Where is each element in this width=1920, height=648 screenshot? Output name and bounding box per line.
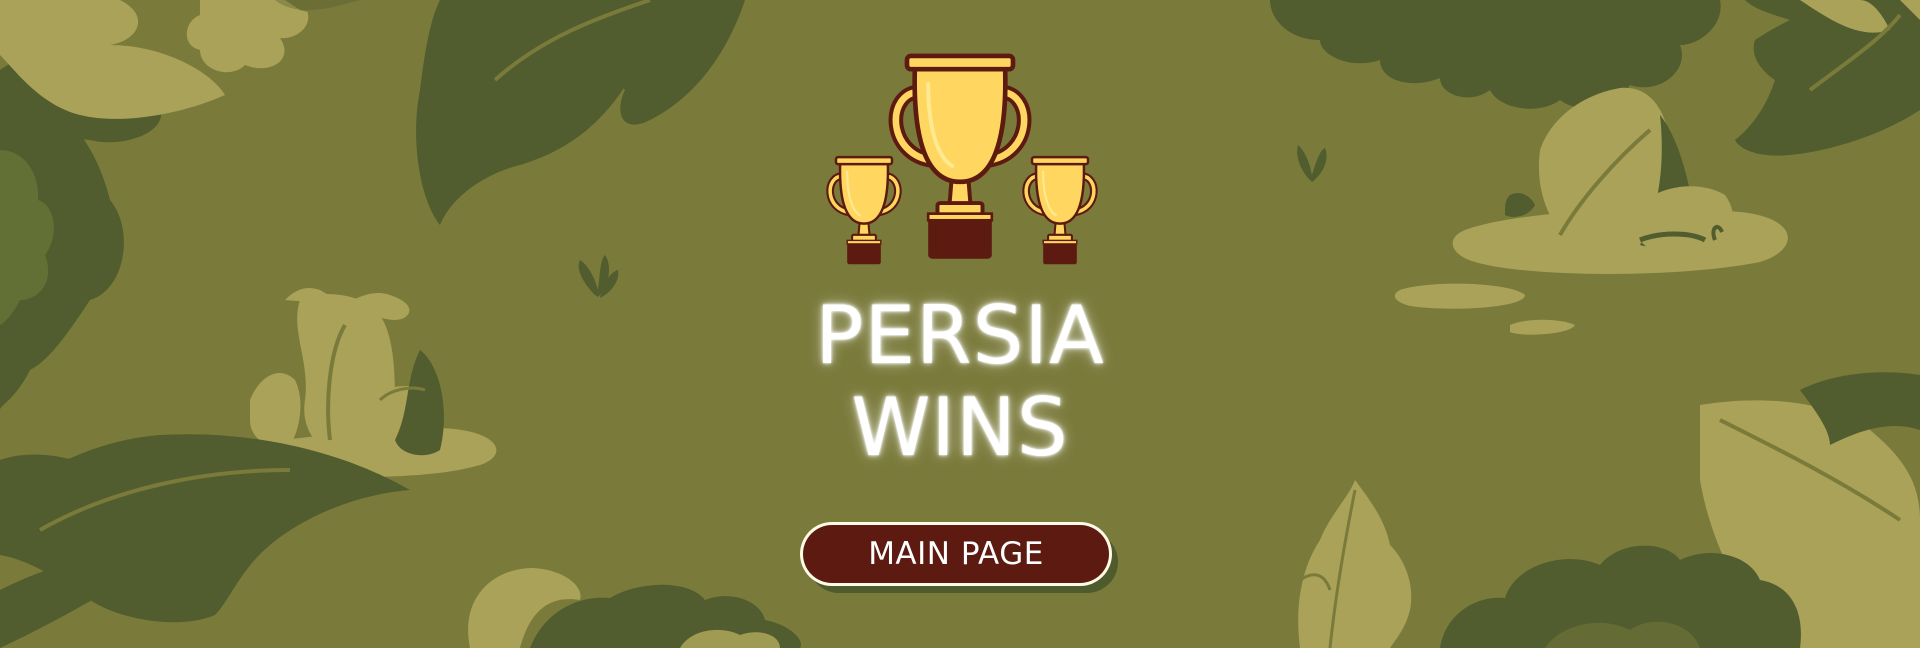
result-title-line1: PERSIA — [815, 289, 1105, 382]
trophy-small-left-icon — [830, 157, 898, 264]
foliage-bottom-center — [468, 568, 801, 648]
main-page-button[interactable]: MAIN PAGE — [800, 522, 1112, 586]
leaf-bottom-left — [0, 434, 410, 648]
trophy-group — [830, 56, 1094, 264]
sprout-center-right — [1297, 145, 1327, 182]
foliage-bottom-right — [1298, 372, 1920, 648]
sprout-left — [578, 255, 619, 298]
main-page-button-label: MAIN PAGE — [803, 525, 1109, 583]
rocks-right — [1394, 87, 1788, 335]
result-title-line2: WINS — [851, 381, 1069, 474]
result-title: PERSIA WINS — [760, 290, 1160, 474]
leaf-top-center-left — [416, 0, 745, 225]
trophy-small-right-icon — [1026, 157, 1094, 264]
trophy-large-center-icon — [896, 56, 1024, 259]
